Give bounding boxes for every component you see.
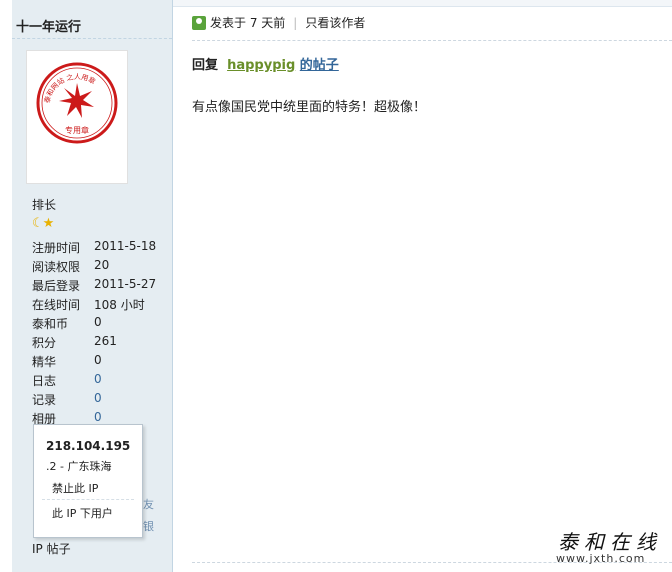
reply-post-link[interactable]: 的帖子 [300, 58, 339, 73]
stat-label: 记录 [32, 393, 57, 407]
stat-value: 108 小时 [94, 298, 145, 312]
profile-stat-row: 精华 0 [32, 353, 156, 372]
posted-prefix: 发表于 [210, 16, 247, 30]
ip-posts-label: IP 帖子 [32, 542, 71, 556]
stat-label: 日志 [32, 374, 57, 388]
separator: | [293, 15, 298, 30]
watermark-url: www.jxth.com [556, 552, 646, 565]
posted-time: 7 天前 [249, 16, 286, 30]
profile-stat-row: 最后登录 2011-5-27 [32, 277, 156, 296]
stat-value[interactable]: 0 [94, 372, 102, 391]
profile-stat-row: 在线时间 108 小时 [32, 296, 156, 315]
profile-stat-row: 日志 0 [32, 372, 156, 391]
stat-value: 20 [94, 258, 110, 272]
post-header: 发表于 7 天前 | 只看该作者 [192, 14, 365, 31]
profile-stat-row: 积分 261 [32, 334, 156, 353]
profile-stat-row: 注册时间 2011-5-18 [32, 239, 156, 258]
stat-label: 精华 [32, 355, 57, 369]
hidden-link-fragment[interactable]: 银 [143, 518, 154, 534]
post-content: 有点像国民党中统里面的特务！超极像！ [192, 100, 427, 115]
avatar[interactable]: 泰和网站 之人用章 专用章 [26, 50, 128, 184]
user-rank: 排长 [32, 198, 57, 212]
profile-stats: 注册时间 2011-5-18 阅读权限 20 最后登录 2011-5-27 在线时间 108 … [32, 239, 156, 429]
stat-label: 在线时间 [32, 298, 81, 312]
sidebar-divider [12, 38, 172, 39]
only-author-link[interactable]: 只看该作者 [305, 14, 365, 31]
popup-divider [42, 499, 134, 500]
seal-image: 泰和网站 之人用章 专用章 [36, 62, 118, 144]
profile-stat-row: 泰和币 0 [32, 315, 156, 334]
stat-label: 泰和币 [32, 317, 69, 331]
stat-label: 积分 [32, 336, 57, 350]
author-name[interactable]: 十一年运行 [16, 16, 81, 35]
rank-stars-icon: ☾★ [32, 216, 54, 231]
stat-label: 阅读权限 [32, 260, 81, 274]
hidden-link-fragment[interactable]: 友 [143, 496, 154, 512]
stat-value: 0 [94, 353, 102, 367]
stat-label: 注册时间 [32, 241, 81, 255]
stat-value[interactable]: 0 [94, 391, 102, 410]
watermark-logo: 泰和在线 [558, 530, 662, 554]
ban-ip-link[interactable]: 禁止此 IP [52, 480, 98, 496]
ip-location: .2 - 广东珠海 [46, 460, 112, 473]
reply-quote-title: 回复 happypig 的帖子 [192, 54, 339, 73]
profile-stat-row: 阅读权限 20 [32, 258, 156, 277]
header-divider [192, 40, 672, 41]
stat-value: 261 [94, 334, 117, 348]
reply-prefix: 回复 [192, 58, 219, 73]
ip-popup: 218.104.195 .2 - 广东珠海 禁止此 IP 此 IP 下用户 [33, 424, 143, 538]
stat-label: 最后登录 [32, 279, 81, 293]
stat-value: 0 [94, 315, 102, 329]
svg-text:专用章: 专用章 [65, 125, 89, 135]
profile-stat-row: 记录 0 [32, 391, 156, 410]
reply-user-link[interactable]: happypig [227, 58, 295, 73]
stat-value: 2011-5-27 [94, 277, 157, 291]
ip-address: 218.104.195 [46, 439, 131, 453]
online-status-icon [192, 15, 206, 30]
ip-users-link[interactable]: 此 IP 下用户 [52, 505, 113, 521]
stat-value: 2011-5-18 [94, 239, 157, 253]
